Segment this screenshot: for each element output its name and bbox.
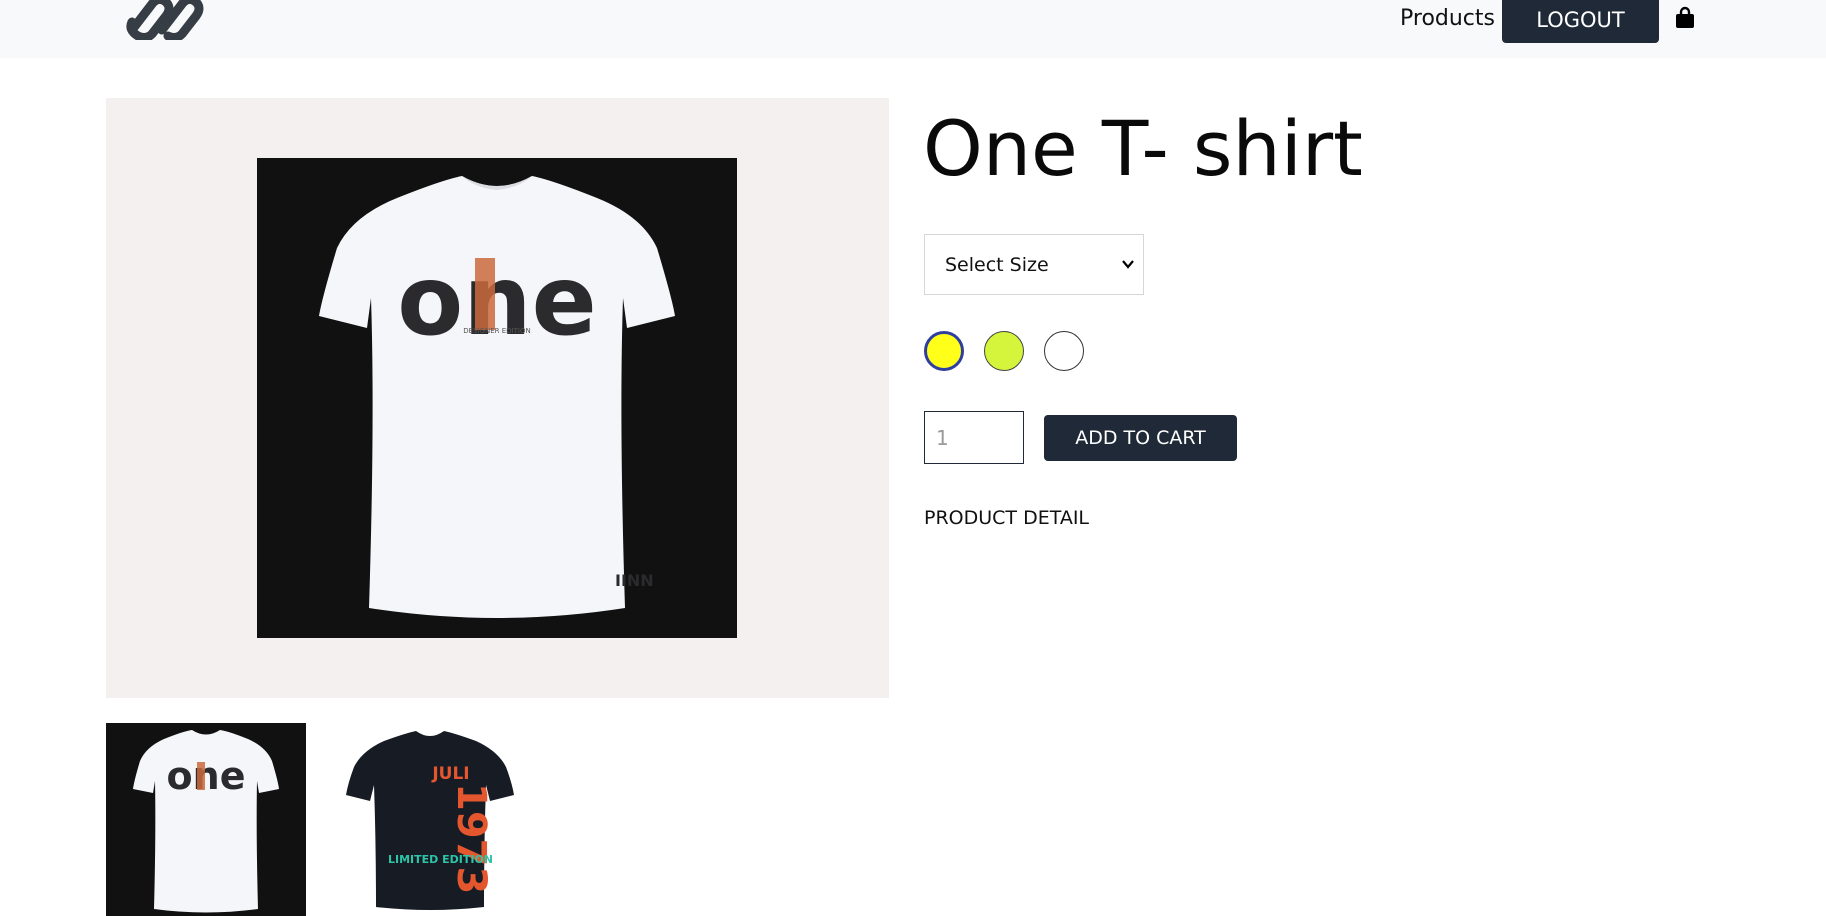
size-select-value: Select Size xyxy=(945,253,1049,276)
main-image-panel: one DESIGNER EDITION IINN xyxy=(106,98,889,698)
svg-text:one: one xyxy=(397,245,596,357)
color-swatch-lime[interactable] xyxy=(984,331,1024,371)
add-to-cart-button[interactable]: ADD TO CART xyxy=(1044,415,1237,461)
shopping-bag-icon[interactable] xyxy=(1674,6,1696,30)
svg-text:LIMITED EDITION: LIMITED EDITION xyxy=(388,853,493,866)
quantity-input[interactable] xyxy=(924,411,1024,464)
size-select[interactable]: Select Size xyxy=(924,234,1144,295)
site-header: Products LOGOUT xyxy=(0,0,1826,58)
logout-button[interactable]: LOGOUT xyxy=(1502,0,1659,43)
svg-text:one: one xyxy=(167,754,246,798)
color-swatch-white[interactable] xyxy=(1044,331,1084,371)
thumbnail-white-tshirt-graphic: one xyxy=(106,723,306,916)
svg-text:DESIGNER EDITION: DESIGNER EDITION xyxy=(463,327,530,335)
svg-text:IINN: IINN xyxy=(615,571,654,590)
color-swatch-yellow[interactable] xyxy=(924,331,964,371)
svg-text:JULI: JULI xyxy=(431,764,469,784)
thumbnail-black-tshirt[interactable]: JULI 1973 LIMITED EDITION xyxy=(330,723,530,916)
thumbnail-black-tshirt-graphic: JULI 1973 LIMITED EDITION xyxy=(330,723,530,916)
chain-link-logo[interactable] xyxy=(112,0,216,40)
product-title: One T- shirt xyxy=(923,104,1363,193)
svg-text:1973: 1973 xyxy=(448,783,494,894)
thumbnail-white-tshirt[interactable]: one xyxy=(106,723,306,916)
product-detail-heading: PRODUCT DETAIL xyxy=(924,507,1090,529)
nav-products-link[interactable]: Products xyxy=(1400,6,1495,31)
white-tshirt-graphic: one DESIGNER EDITION IINN xyxy=(257,158,737,638)
chevron-down-icon xyxy=(1122,260,1134,269)
main-product-image: one DESIGNER EDITION IINN xyxy=(257,158,737,638)
